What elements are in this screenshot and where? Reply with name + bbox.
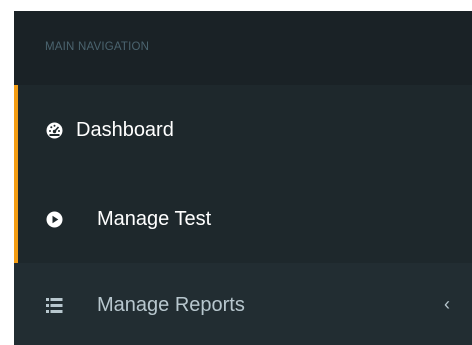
- sidebar: MAIN NAVIGATION Dashboard Manage Test Ma…: [14, 11, 472, 345]
- sidebar-item-label: Manage Test: [97, 208, 212, 230]
- dashboard-icon: [46, 122, 63, 139]
- sidebar-item-manage-test[interactable]: Manage Test: [14, 174, 472, 263]
- play-circle-icon: [46, 211, 63, 228]
- sidebar-item-label: Manage Reports: [97, 294, 245, 316]
- sidebar-item-label: Dashboard: [76, 119, 174, 141]
- list-icon: [46, 297, 63, 314]
- section-header-label: MAIN NAVIGATION: [45, 41, 150, 53]
- chevron-left-icon[interactable]: ‹: [444, 294, 450, 315]
- sidebar-item-manage-reports[interactable]: Manage Reports ‹: [14, 263, 472, 345]
- sidebar-item-dashboard[interactable]: Dashboard: [14, 85, 472, 174]
- main-navigation-header: MAIN NAVIGATION: [14, 11, 472, 85]
